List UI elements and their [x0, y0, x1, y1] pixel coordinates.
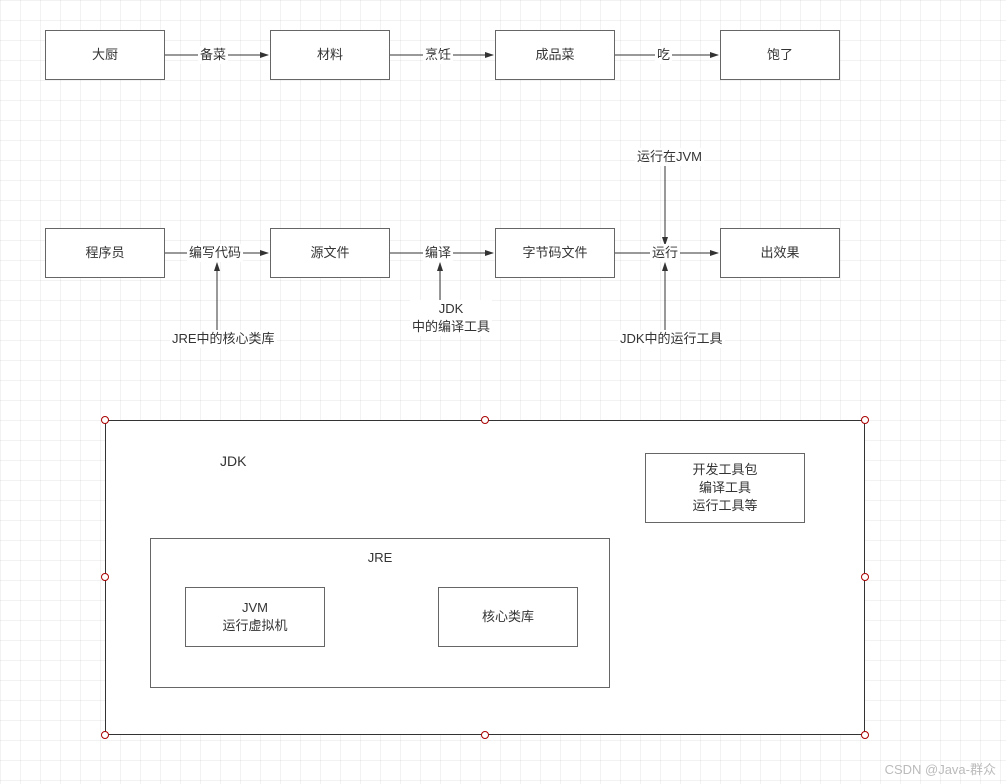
box-result: 出效果 — [720, 228, 840, 278]
arrow-label-write-code: 编写代码 — [187, 244, 243, 262]
label-jre: JRE — [368, 549, 393, 567]
label-run-on-jvm: 运行在JVM — [635, 148, 704, 166]
arrow-label-compile: 编译 — [423, 244, 453, 262]
resize-handle-n[interactable] — [481, 416, 489, 424]
resize-handle-sw[interactable] — [101, 731, 109, 739]
diagram-canvas: 大厨 材料 成品菜 饱了 备菜 烹饪 吃 程序员 源文件 字节码文件 出效果 编… — [0, 0, 1006, 784]
resize-handle-s[interactable] — [481, 731, 489, 739]
box-dish: 成品菜 — [495, 30, 615, 80]
arrow-label-eat: 吃 — [655, 46, 672, 64]
resize-handle-nw[interactable] — [101, 416, 109, 424]
arrow-label-run: 运行 — [650, 244, 680, 262]
arrow-label-prep: 备菜 — [198, 46, 228, 64]
resize-handle-e[interactable] — [861, 573, 869, 581]
box-chef: 大厨 — [45, 30, 165, 80]
box-jvm: JVM 运行虚拟机 — [185, 587, 325, 647]
resize-handle-se[interactable] — [861, 731, 869, 739]
label-jdk: JDK — [220, 453, 246, 469]
label-jre-core-lib: JRE中的核心类库 — [170, 330, 277, 348]
box-dev-tools: 开发工具包 编译工具 运行工具等 — [645, 453, 805, 523]
resize-handle-w[interactable] — [101, 573, 109, 581]
box-source-file: 源文件 — [270, 228, 390, 278]
box-core-lib: 核心类库 — [438, 587, 578, 647]
label-jdk-compile-tool: JDK 中的编译工具 — [410, 300, 492, 336]
box-full: 饱了 — [720, 30, 840, 80]
box-bytecode: 字节码文件 — [495, 228, 615, 278]
box-programmer: 程序员 — [45, 228, 165, 278]
watermark: CSDN @Java-群众 — [885, 759, 996, 778]
label-jdk-run-tool: JDK中的运行工具 — [618, 330, 725, 348]
arrow-label-cook: 烹饪 — [423, 46, 453, 64]
resize-handle-ne[interactable] — [861, 416, 869, 424]
box-material: 材料 — [270, 30, 390, 80]
